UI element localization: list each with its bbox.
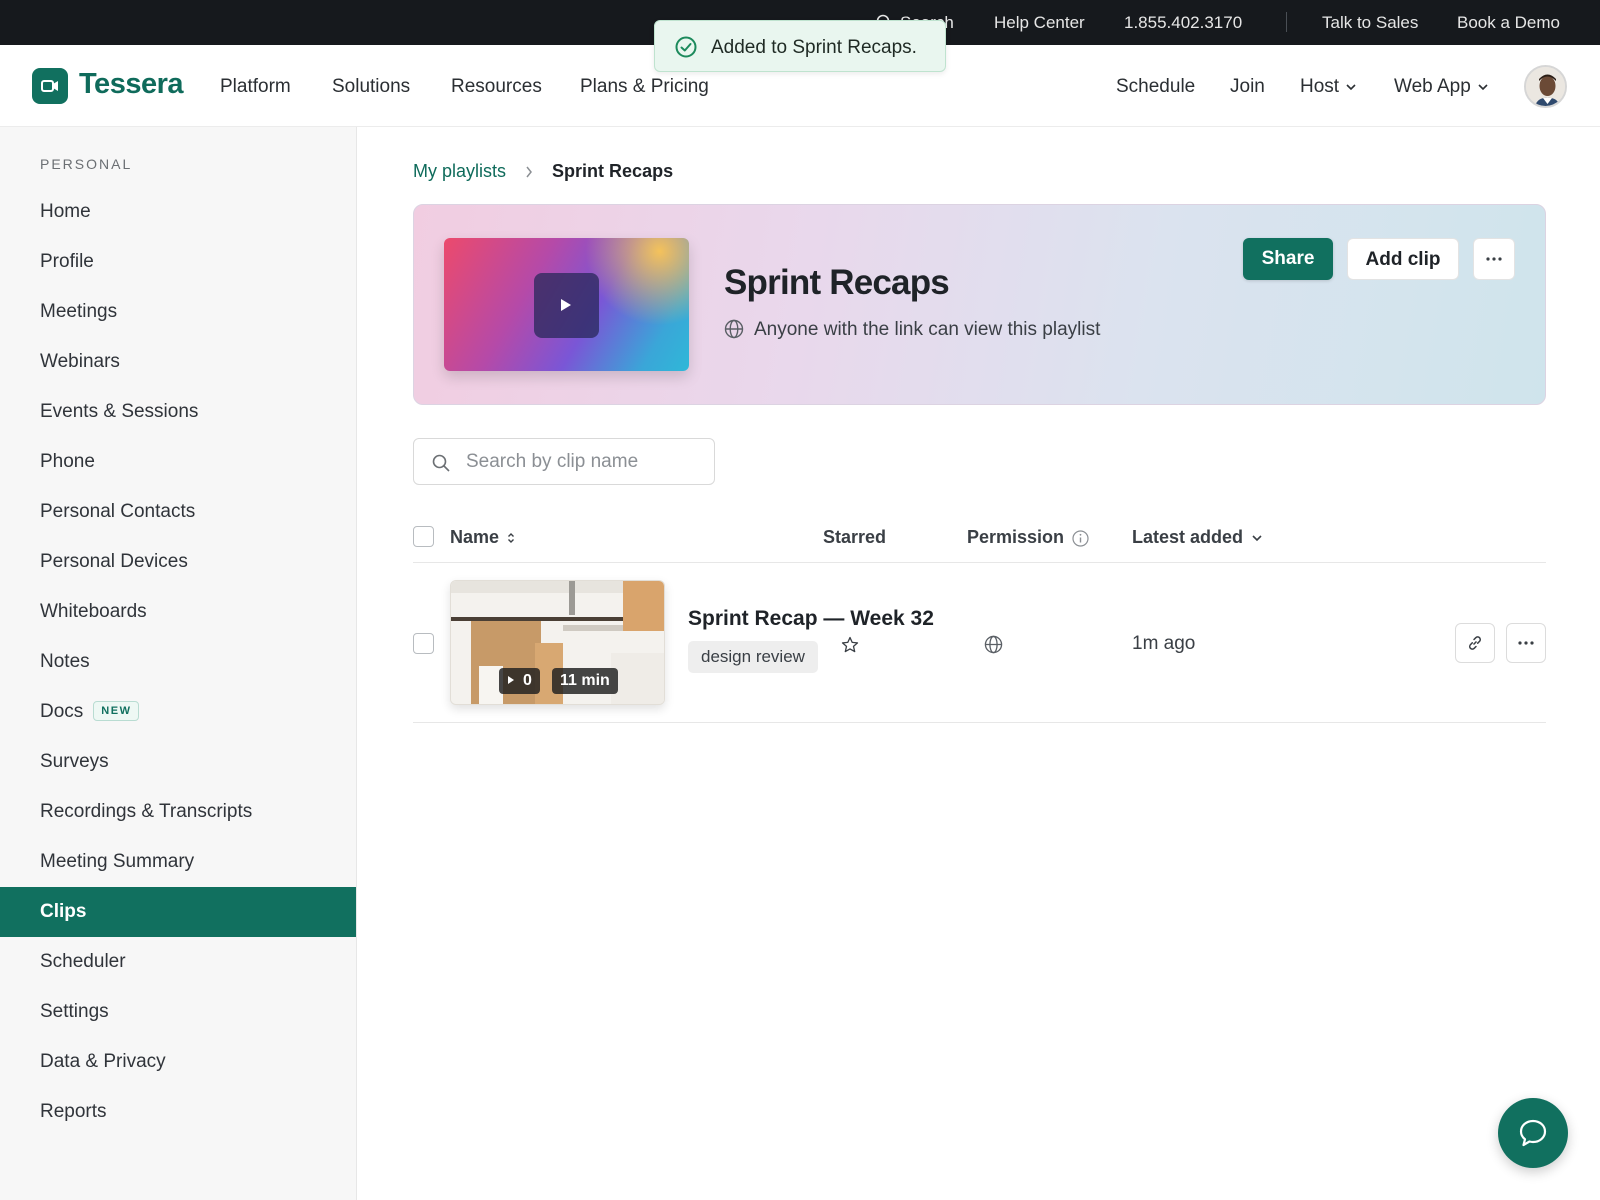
play-button[interactable]	[534, 273, 599, 338]
table-row[interactable]: 0 11 min Sprint Recap — Week 32 design r…	[413, 563, 1546, 723]
column-permission: Permission	[967, 527, 1089, 548]
play-icon	[561, 299, 571, 311]
play-icon	[508, 676, 514, 684]
sidebar-item-webinars[interactable]: Webinars	[0, 337, 356, 387]
sidebar-item-settings[interactable]: Settings	[0, 987, 356, 1037]
sidebar-item-events-sessions[interactable]: Events & Sessions	[0, 387, 356, 437]
sidebar: PERSONAL Home Profile Meetings Webinars …	[0, 127, 357, 1200]
chevron-down-icon	[1252, 535, 1262, 542]
chat-bubble-icon	[1519, 1119, 1547, 1147]
clip-duration: 11 min	[552, 668, 618, 694]
row-checkbox[interactable]	[413, 633, 434, 654]
nav-web-app-dropdown[interactable]: Web App	[1394, 76, 1489, 98]
nav-resources[interactable]: Resources	[451, 76, 542, 98]
playlist-more-button[interactable]	[1473, 238, 1515, 280]
nav-web-app-label: Web App	[1394, 76, 1471, 97]
sidebar-item-docs-label: Docs	[40, 701, 84, 722]
playlist-visibility-text: Anyone with the link can view this playl…	[754, 319, 1101, 340]
sidebar-item-whiteboards[interactable]: Whiteboards	[0, 587, 356, 637]
sidebar-item-reports[interactable]: Reports	[0, 1087, 356, 1137]
column-latest-added[interactable]: Latest added	[1132, 527, 1263, 548]
nav-host-label: Host	[1300, 76, 1340, 97]
chat-button[interactable]	[1498, 1098, 1568, 1168]
clip-views-chip: 0	[499, 668, 540, 694]
nav-solutions[interactable]: Solutions	[332, 76, 410, 98]
playlist-header: Sprint Recaps Anyone with the link can v…	[413, 204, 1546, 405]
select-all-checkbox[interactable]	[413, 526, 434, 547]
sidebar-item-meetings[interactable]: Meetings	[0, 287, 356, 337]
column-name-label: Name	[450, 527, 500, 547]
check-circle-icon	[675, 36, 697, 58]
column-permission-label: Permission	[967, 527, 1065, 547]
search-input[interactable]	[466, 449, 706, 475]
row-more-button[interactable]	[1506, 623, 1546, 663]
success-toast: Added to Sprint Recaps.	[654, 20, 946, 72]
nav-host-dropdown[interactable]: Host	[1300, 76, 1357, 98]
clip-title[interactable]: Sprint Recap — Week 32	[688, 607, 934, 631]
column-name[interactable]: Name	[450, 527, 515, 548]
sidebar-item-home[interactable]: Home	[0, 187, 356, 237]
sidebar-section-title: PERSONAL	[40, 156, 133, 172]
link-icon	[1469, 636, 1481, 650]
more-horizontal-icon	[1518, 641, 1534, 645]
playlist-visibility: Anyone with the link can view this playl…	[724, 319, 1100, 341]
new-badge: NEW	[93, 701, 140, 721]
sidebar-item-phone[interactable]: Phone	[0, 437, 356, 487]
globe-icon	[724, 319, 744, 339]
copy-link-button[interactable]	[1455, 623, 1495, 663]
utility-divider	[1286, 12, 1287, 32]
nav-join[interactable]: Join	[1230, 76, 1265, 98]
star-icon[interactable]	[841, 636, 859, 654]
talk-to-sales-link[interactable]: Talk to Sales	[1322, 13, 1418, 33]
search-icon	[432, 454, 450, 472]
user-avatar[interactable]	[1524, 65, 1567, 108]
phone-number-link[interactable]: 1.855.402.3170	[1124, 13, 1242, 33]
brand-name[interactable]: Tessera	[79, 68, 184, 101]
sidebar-item-personal-contacts[interactable]: Personal Contacts	[0, 487, 356, 537]
help-center-link[interactable]: Help Center	[994, 13, 1085, 33]
book-demo-link[interactable]: Book a Demo	[1457, 13, 1560, 33]
playlist-cover[interactable]	[444, 238, 689, 371]
brand-logo-icon[interactable]	[32, 68, 68, 104]
nav-schedule[interactable]: Schedule	[1116, 76, 1195, 98]
column-latest-label: Latest added	[1132, 527, 1244, 547]
add-clip-button[interactable]: Add clip	[1347, 238, 1459, 280]
column-starred: Starred	[823, 527, 887, 547]
sidebar-item-personal-devices[interactable]: Personal Devices	[0, 537, 356, 587]
info-icon[interactable]	[1072, 530, 1089, 547]
clip-search	[413, 438, 715, 485]
sidebar-item-notes[interactable]: Notes	[0, 637, 356, 687]
sidebar-item-surveys[interactable]: Surveys	[0, 737, 356, 787]
playlist-title: Sprint Recaps	[724, 263, 950, 302]
share-button[interactable]: Share	[1243, 238, 1333, 280]
sidebar-item-meeting-summary[interactable]: Meeting Summary	[0, 837, 356, 887]
sort-icon	[508, 533, 515, 544]
globe-icon	[984, 635, 1003, 654]
more-horizontal-icon	[1486, 257, 1502, 261]
sidebar-item-scheduler[interactable]: Scheduler	[0, 937, 356, 987]
toast-message: Added to Sprint Recaps.	[711, 37, 917, 58]
sidebar-item-recordings-transcripts[interactable]: Recordings & Transcripts	[0, 787, 356, 837]
clip-views: 0	[523, 672, 532, 689]
breadcrumb: My playlists Sprint Recaps	[413, 161, 673, 182]
table-header: Name Starred Permission Latest added	[413, 516, 1546, 563]
sidebar-item-data-privacy[interactable]: Data & Privacy	[0, 1037, 356, 1087]
chevron-down-icon	[1346, 84, 1356, 91]
clip-tag[interactable]: design review	[688, 641, 818, 673]
chevron-down-icon	[1478, 84, 1488, 91]
breadcrumb-current: Sprint Recaps	[552, 161, 674, 181]
nav-platform[interactable]: Platform	[220, 76, 291, 98]
clip-added-time: 1m ago	[1132, 633, 1196, 654]
nav-plans-pricing[interactable]: Plans & Pricing	[580, 76, 709, 98]
breadcrumb-my-playlists[interactable]: My playlists	[413, 161, 506, 181]
clip-thumbnail[interactable]: 0 11 min	[450, 580, 665, 705]
sidebar-item-clips[interactable]: Clips	[0, 887, 356, 937]
sidebar-item-profile[interactable]: Profile	[0, 237, 356, 287]
sidebar-item-docs[interactable]: Docs NEW	[0, 687, 356, 737]
chevron-right-icon	[526, 166, 532, 178]
